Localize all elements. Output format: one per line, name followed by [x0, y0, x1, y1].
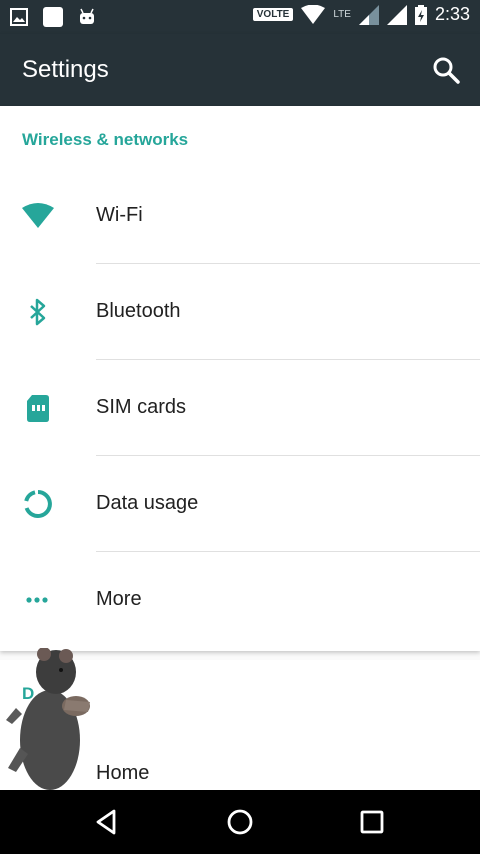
page-title: Settings	[22, 56, 109, 83]
wifi-icon	[22, 203, 54, 228]
navigation-bar	[0, 790, 480, 854]
android-notification-icon	[80, 8, 94, 24]
home-icon[interactable]	[224, 806, 256, 838]
settings-item-label: More	[96, 588, 142, 610]
wifi-signal-icon	[301, 4, 326, 24]
recents-icon[interactable]	[356, 806, 388, 838]
wireless-networks-card: Wireless & networks Wi-Fi Bluetooth SIM …	[0, 106, 480, 651]
status-bar: VOLTE LTE 2:33	[0, 0, 480, 34]
sim-card-icon	[27, 395, 49, 422]
bluetooth-icon	[30, 298, 46, 326]
settings-item-bluetooth[interactable]: Bluetooth	[0, 264, 480, 360]
back-icon[interactable]	[92, 806, 124, 838]
battery-icon	[414, 4, 427, 25]
settings-item-label: SIM cards	[96, 396, 187, 418]
section-header-wireless: Wireless & networks	[22, 130, 189, 149]
settings-item-wifi[interactable]: Wi-Fi	[0, 168, 480, 264]
data-usage-icon	[24, 490, 52, 518]
settings-item-more[interactable]: More	[0, 552, 480, 648]
system-icons: VOLTE LTE 2:33	[252, 4, 470, 25]
clock: 2:33	[434, 4, 470, 24]
settings-item-home[interactable]: Home	[96, 762, 149, 785]
search-icon[interactable]	[430, 54, 462, 86]
rat-sticker-image	[6, 648, 90, 790]
settings-item-label: Bluetooth	[96, 300, 181, 322]
signal-strength-2-icon	[386, 4, 407, 25]
settings-item-sim-cards[interactable]: SIM cards	[0, 360, 480, 456]
image-notification-icon	[10, 8, 28, 26]
notification-icons	[10, 6, 96, 28]
more-icon	[26, 597, 48, 603]
settings-item-data-usage[interactable]: Data usage	[0, 456, 480, 552]
volte-badge: VOLTE	[252, 8, 294, 21]
settings-item-label: Data usage	[96, 492, 199, 514]
settings-item-label: Wi-Fi	[96, 204, 143, 226]
lte-label: LTE	[333, 9, 351, 20]
signal-strength-1-icon	[358, 4, 379, 25]
blank-square-notification-icon	[43, 7, 63, 27]
app-bar: Settings	[0, 34, 480, 106]
